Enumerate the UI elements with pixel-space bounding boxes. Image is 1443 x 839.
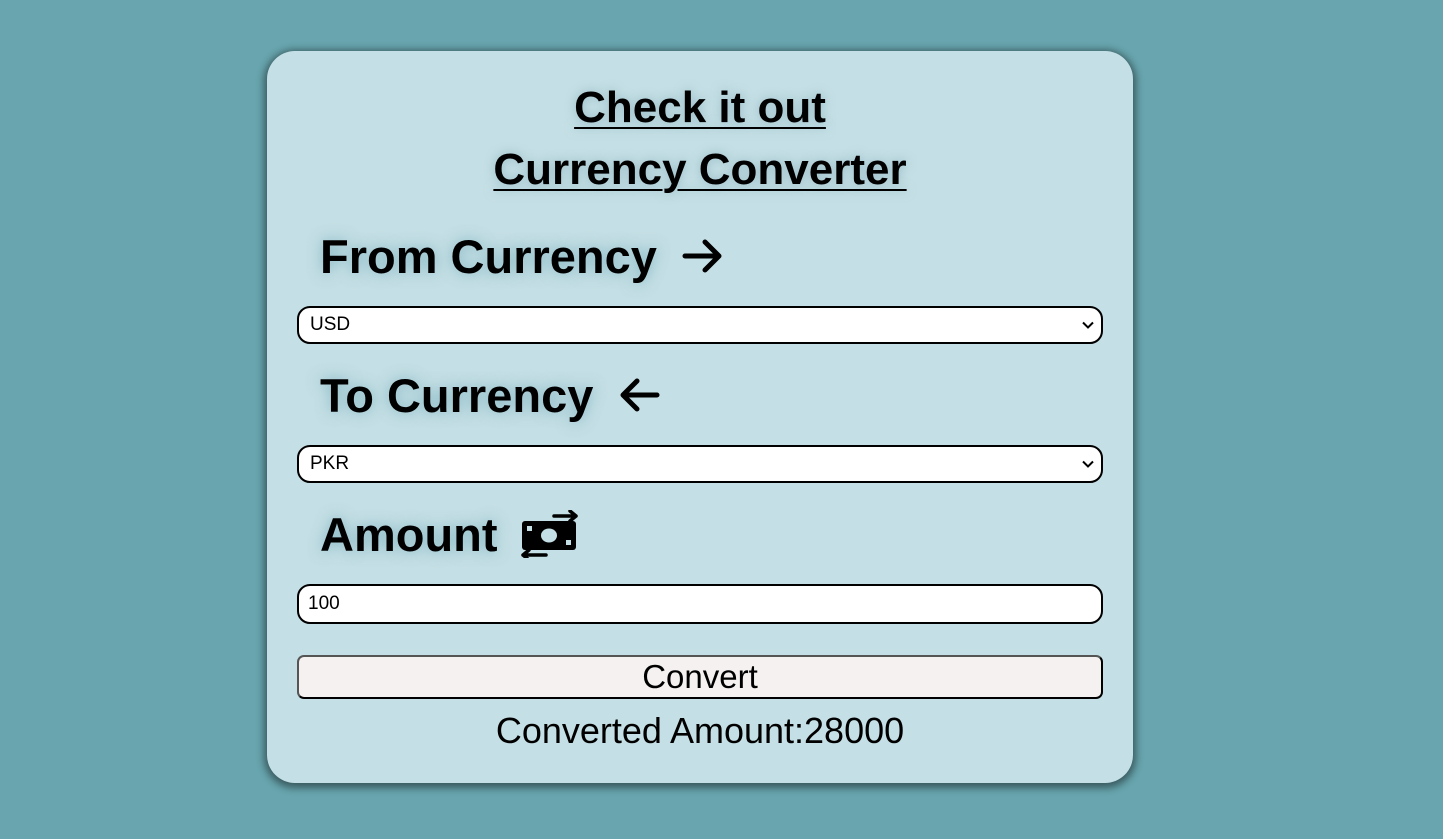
money-exchange-icon xyxy=(520,509,580,562)
from-currency-value: USD xyxy=(310,314,351,335)
amount-input[interactable]: 100 xyxy=(297,584,1103,624)
to-currency-label: To Currency xyxy=(320,371,663,419)
from-currency-label-text: From Currency xyxy=(320,229,657,283)
arrow-left-icon xyxy=(615,371,663,419)
to-currency-select[interactable]: PKR xyxy=(297,445,1103,483)
amount-label-text: Amount xyxy=(320,507,498,561)
convert-button[interactable]: Convert xyxy=(297,655,1103,699)
arrow-right-icon xyxy=(679,232,727,280)
to-currency-value: PKR xyxy=(310,453,350,474)
amount-input-value: 100 xyxy=(308,593,340,614)
app-title: Currency Converter xyxy=(493,145,907,194)
converted-amount-text: Converted Amount:28000 xyxy=(495,710,905,751)
from-currency-label: From Currency xyxy=(320,232,727,280)
chevron-down-icon xyxy=(1082,321,1094,329)
to-currency-label-text: To Currency xyxy=(320,368,594,422)
chevron-down-icon xyxy=(1082,460,1094,468)
from-currency-select[interactable]: USD xyxy=(297,306,1103,344)
converter-card: Check it out Currency Converter From Cur… xyxy=(267,51,1133,783)
amount-label: Amount xyxy=(320,507,580,562)
page-title: Check it out xyxy=(574,83,826,132)
